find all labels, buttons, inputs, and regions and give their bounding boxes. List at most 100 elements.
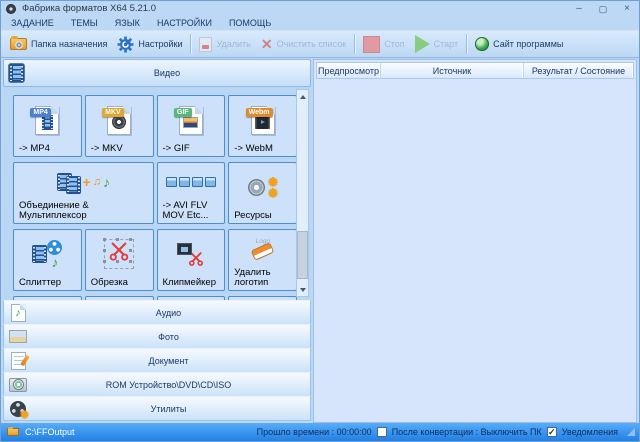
scroll-track[interactable] <box>297 103 308 283</box>
music-note-icon: ♪ <box>103 175 110 189</box>
tile-label: -> AVI FLV MOV Etc... <box>158 201 225 223</box>
mp4-file-icon: MP4 <box>35 106 59 135</box>
selection-box <box>104 239 134 269</box>
column-preview[interactable]: Предпросмотр <box>317 63 381 78</box>
tile-label: Ресурсы <box>229 211 296 223</box>
maximize-button[interactable]: ▢ <box>597 3 609 15</box>
shutdown-label: После конвертации : Выключить ПК <box>392 427 542 437</box>
start-icon <box>415 35 430 53</box>
film-glyph <box>42 115 53 130</box>
left-panel: Видео MP4 -> MP4 <box>3 59 311 423</box>
settings-button[interactable]: Настройки <box>112 34 187 55</box>
category-photo[interactable]: Фото <box>3 324 311 349</box>
menu-settings[interactable]: НАСТРОЙКИ <box>157 18 212 28</box>
close-button[interactable]: × <box>621 3 633 15</box>
film-icon <box>66 176 81 194</box>
notifications-checkbox[interactable]: ✓ <box>547 427 557 437</box>
tile-to-gif[interactable]: GIF -> GIF <box>157 95 226 157</box>
menubar: ЗАДАНИЕ ТЕМЫ ЯЗЫК НАСТРОЙКИ ПОМОЩЬ <box>1 16 639 31</box>
cd-rom-icon <box>9 378 27 392</box>
category-video-header[interactable]: Видео <box>3 59 311 87</box>
tile-crop[interactable]: Обрезка <box>85 229 154 291</box>
dest-folder-button[interactable]: Папка назначения <box>5 36 112 52</box>
delete-label: Удалить <box>216 39 250 49</box>
grid-scrollbar[interactable] <box>296 89 309 297</box>
tile-splitter[interactable]: ♪ Сплиттер <box>13 229 82 291</box>
screen-icon <box>205 177 216 187</box>
minimize-button[interactable]: – <box>573 3 585 15</box>
category-list: ♪ Аудио Фото Документ ROM Устройство\DVD… <box>3 301 311 421</box>
tile-label: Удалить логотип <box>229 268 296 290</box>
tile-resources[interactable]: Ресурсы <box>228 162 297 224</box>
gear-icon <box>117 36 134 53</box>
category-label: Документ <box>27 356 310 366</box>
column-source[interactable]: Источник <box>381 63 524 78</box>
delete-icon <box>199 37 212 52</box>
task-panel: Предпросмотр Источник Результат / Состоя… <box>313 59 637 423</box>
output-path[interactable]: C:\FFOutput <box>25 427 257 437</box>
toolbar-separator <box>354 34 355 54</box>
tile-remove-logo[interactable]: Logo Удалить логотип <box>228 229 297 291</box>
stop-icon <box>363 36 380 53</box>
category-label: Аудио <box>27 308 310 318</box>
mkv-file-icon: MKV <box>107 106 131 135</box>
image-glyph <box>183 117 198 128</box>
film-icon <box>32 245 47 263</box>
stop-button[interactable]: Стоп <box>358 34 409 55</box>
video-frame-glyph <box>255 117 270 129</box>
photo-icon <box>9 330 27 343</box>
tile-label: -> MKV <box>86 144 153 156</box>
folder-icon <box>10 38 27 50</box>
scissors-icon <box>108 242 130 261</box>
category-document[interactable]: Документ <box>3 348 311 373</box>
tile-clipmaker[interactable]: Клипмейкер <box>157 229 226 291</box>
menu-themes[interactable]: ТЕМЫ <box>71 18 98 28</box>
menu-help[interactable]: ПОМОЩЬ <box>229 18 271 28</box>
plus-icon: + <box>83 175 91 189</box>
window-title: Фабрика форматов X64 5.21.0 <box>22 3 573 14</box>
task-list-header: Предпросмотр Источник Результат / Состоя… <box>316 62 634 79</box>
tile-to-webm[interactable]: Webm -> WebM <box>228 95 297 157</box>
gif-badge: GIF <box>174 108 192 117</box>
stop-label: Стоп <box>384 39 404 49</box>
clear-x-icon: ✕ <box>261 37 273 51</box>
output-folder-icon <box>7 428 19 436</box>
task-list-body[interactable] <box>316 79 634 420</box>
category-rom-device[interactable]: ROM Устройство\DVD\CD\ISO <box>3 372 311 397</box>
shutdown-checkbox[interactable] <box>377 427 387 437</box>
delete-button[interactable]: Удалить <box>194 35 255 54</box>
clear-list-button[interactable]: ✕ Очистить список <box>256 35 351 53</box>
menu-language[interactable]: ЯЗЫК <box>115 18 140 28</box>
tile-label: -> WebM <box>229 144 296 156</box>
tile-mux-merge[interactable]: + ♫ ♪ Объединение & Мультиплексор <box>13 162 154 224</box>
tile-to-mkv[interactable]: MKV -> MKV <box>85 95 154 157</box>
screen-icon <box>179 177 190 187</box>
category-label: Фото <box>27 332 310 342</box>
music-note-icon: ♪ <box>51 255 58 269</box>
column-result-state[interactable]: Результат / Состояние <box>524 63 633 78</box>
start-label: Старт <box>434 39 458 49</box>
scroll-down-button[interactable] <box>297 283 308 296</box>
tile-label: Объединение & Мультиплексор <box>14 201 124 223</box>
scroll-thumb[interactable] <box>297 231 308 279</box>
audio-icon: ♪ <box>11 304 26 322</box>
category-audio[interactable]: ♪ Аудио <box>3 300 311 325</box>
category-utilities[interactable]: Утилиты <box>3 396 311 421</box>
music-note-icon: ♫ <box>93 175 101 189</box>
mkv-badge: MKV <box>102 108 124 117</box>
website-button[interactable]: Сайт программы <box>470 35 568 53</box>
tile-to-avi-flv-mov[interactable]: -> AVI FLV MOV Etc... <box>157 162 226 224</box>
main-area: Видео MP4 -> MP4 <box>1 58 639 423</box>
tile-label: -> GIF <box>158 144 225 156</box>
tile-to-mp4[interactable]: MP4 -> MP4 <box>13 95 82 157</box>
video-tools-grid: MP4 -> MP4 MKV -> MK <box>3 87 311 301</box>
start-button[interactable]: Старт <box>410 33 463 55</box>
scroll-up-button[interactable] <box>297 90 308 103</box>
menu-task[interactable]: ЗАДАНИЕ <box>11 18 54 28</box>
settings-label: Настройки <box>138 39 182 49</box>
resize-grip-icon[interactable] <box>627 428 635 436</box>
webm-badge: Webm <box>246 108 273 117</box>
globe-icon <box>475 37 489 51</box>
tile-label: -> MP4 <box>14 144 81 156</box>
tile-label: Сплиттер <box>14 278 81 290</box>
